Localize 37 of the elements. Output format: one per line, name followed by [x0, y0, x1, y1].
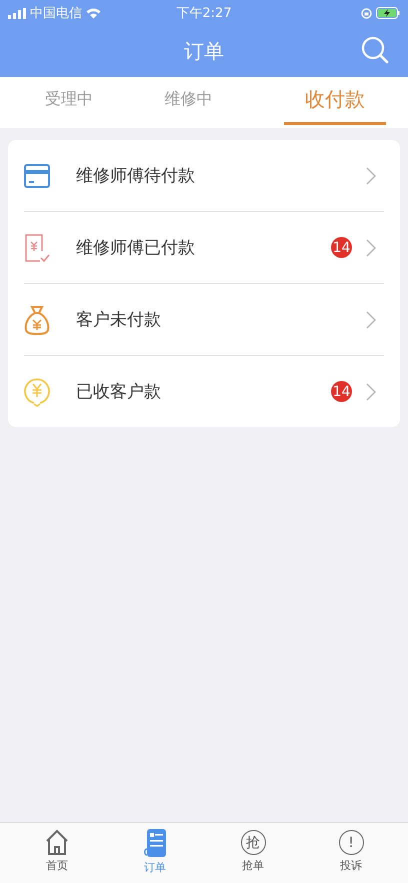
- menu-item[interactable]: 维修师傅已付款 14: [24, 212, 384, 284]
- item-label: 已收客户款: [76, 381, 162, 403]
- receipt-icon: [24, 232, 50, 262]
- chevron-icon: [366, 238, 376, 256]
- money-bag-icon: [24, 304, 50, 334]
- menu-item[interactable]: 客户未付款: [24, 284, 384, 356]
- tab-bar-item[interactable]: 首页: [22, 823, 92, 883]
- chevron-icon: [366, 382, 376, 400]
- status-time: 下午2:27: [176, 5, 232, 22]
- tab-bar-label: 投诉: [340, 858, 362, 873]
- alert-icon: !: [338, 830, 364, 855]
- item-label: 维修师傅已付款: [76, 237, 196, 259]
- count-badge: 14: [331, 237, 352, 258]
- yen-coin-icon: [24, 376, 50, 406]
- tab-bar-label: 抢单: [242, 858, 264, 873]
- battery-icon: [376, 7, 400, 19]
- signal-icon: [8, 8, 26, 18]
- card-icon: [24, 164, 50, 188]
- carrier-name: 中国电信: [30, 5, 82, 22]
- menu-item[interactable]: 维修师傅待付款: [24, 140, 384, 212]
- page-title: 订单: [184, 38, 224, 65]
- item-label: 维修师傅待付款: [76, 165, 196, 187]
- search-icon[interactable]: [361, 36, 389, 64]
- tab-bar-label: 首页: [46, 858, 68, 873]
- menu-item[interactable]: 已收客户款 14: [24, 356, 384, 427]
- document-icon: [144, 829, 166, 857]
- grab-icon: 抢: [240, 830, 266, 855]
- tab-bar-item[interactable]: 抢 抢单: [218, 823, 288, 883]
- count-badge: 14: [331, 381, 352, 402]
- tab-bar-label: 订单: [144, 860, 166, 875]
- item-label: 客户未付款: [76, 309, 162, 331]
- home-icon: [45, 829, 69, 855]
- chevron-icon: [366, 166, 376, 184]
- chevron-icon: [366, 310, 376, 328]
- rotation-lock-icon: [361, 8, 372, 18]
- tab-bar-item[interactable]: ! 投诉: [316, 823, 386, 883]
- wifi-icon: [86, 8, 101, 18]
